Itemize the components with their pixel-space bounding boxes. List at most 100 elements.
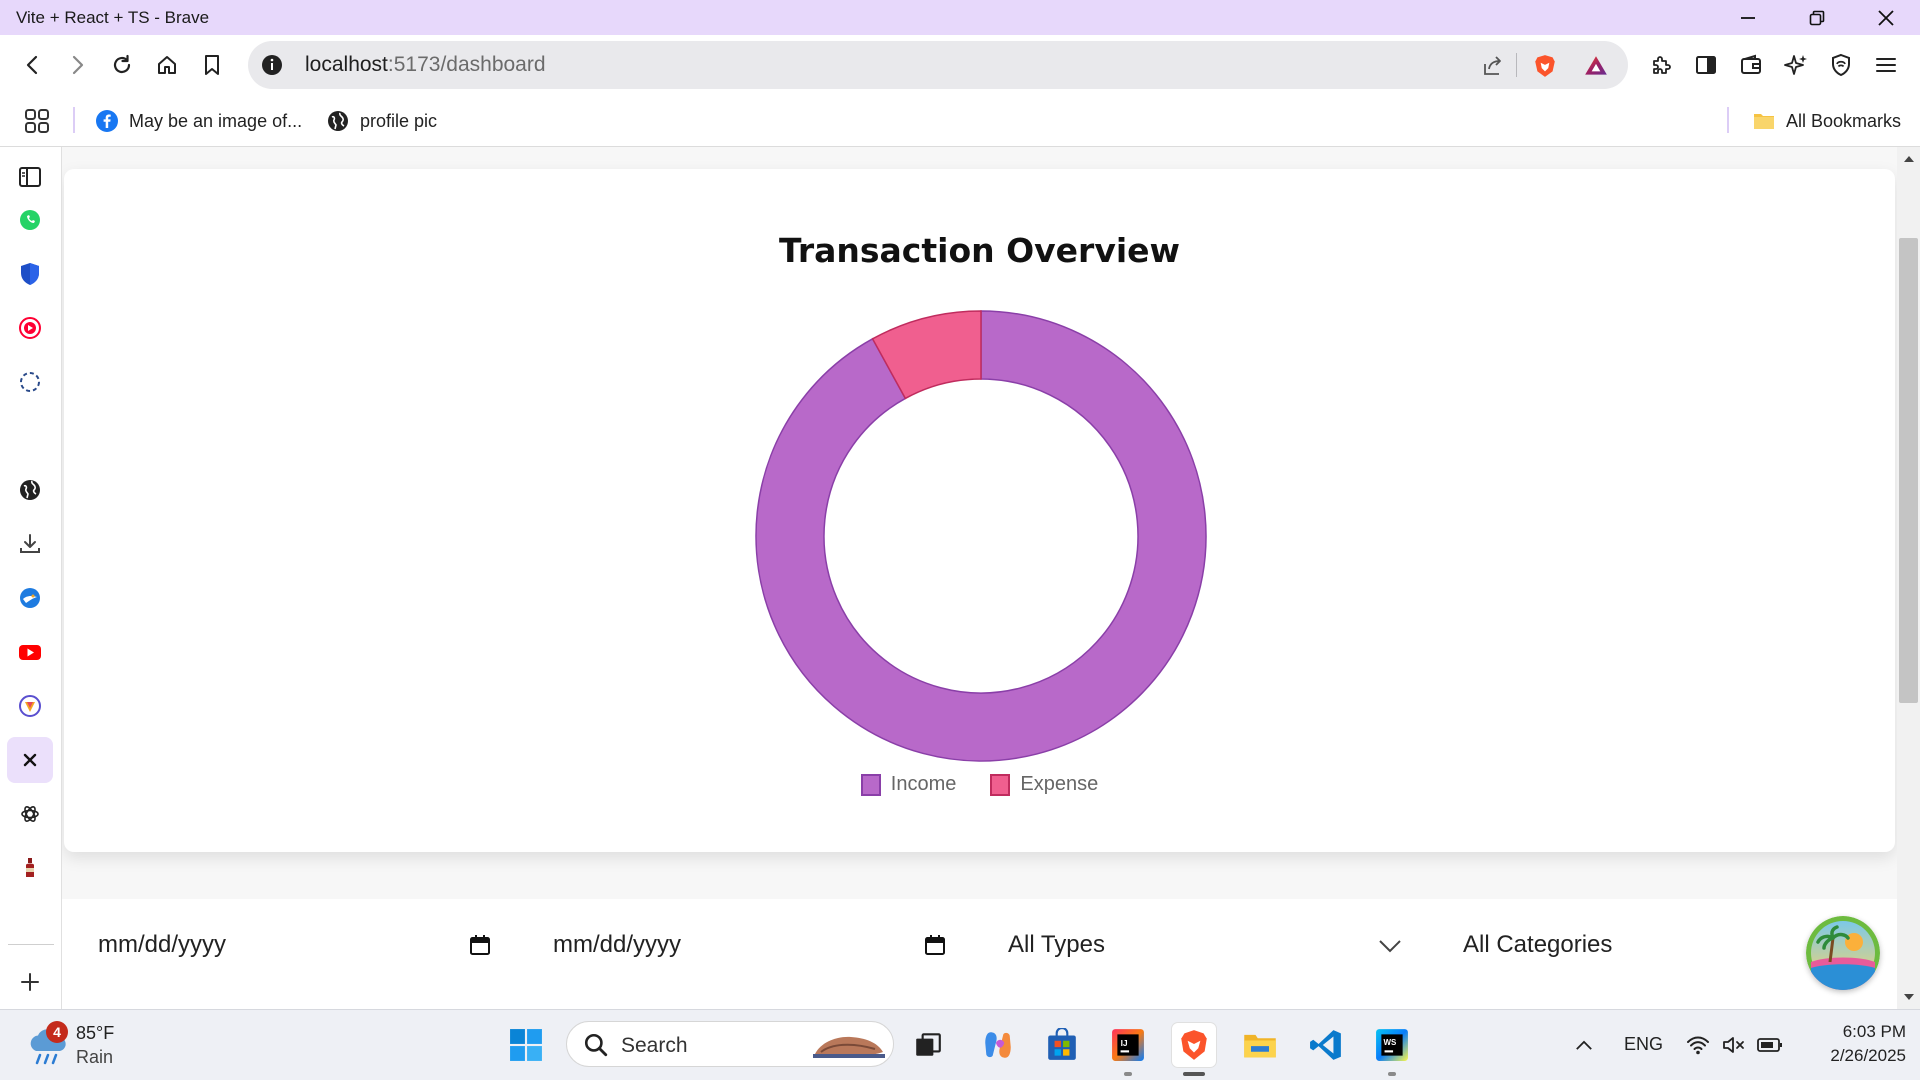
- active-indicator: [1183, 1072, 1205, 1076]
- search-label: Search: [621, 1034, 688, 1057]
- sidebar-item-whatsapp[interactable]: [10, 200, 50, 240]
- taskbar-microsoft-store[interactable]: [1040, 1023, 1084, 1067]
- bookmark-item-facebook[interactable]: May be an image of...: [95, 106, 302, 136]
- taskbar-task-view[interactable]: [906, 1023, 950, 1067]
- start-date-input[interactable]: mm/dd/yyyy: [98, 917, 490, 973]
- sidebar-add-button[interactable]: [10, 962, 50, 1002]
- sidebar-item-globe[interactable]: [10, 470, 50, 510]
- all-bookmarks-button[interactable]: All Bookmarks: [1752, 106, 1901, 136]
- sidebar-item-x[interactable]: [7, 737, 53, 783]
- bookmark-label: May be an image of...: [129, 110, 303, 131]
- share-icon: [1484, 56, 1501, 75]
- menu-button[interactable]: [1865, 44, 1907, 86]
- taskbar-webstorm[interactable]: WS: [1370, 1023, 1414, 1067]
- arrow-left-icon: [26, 55, 38, 75]
- legend-item-expense[interactable]: Expense: [990, 773, 1098, 796]
- close-window-button[interactable]: [1851, 0, 1920, 35]
- brave-rewards-button[interactable]: [1581, 51, 1611, 81]
- scrollbar-thumb[interactable]: [1899, 238, 1918, 703]
- donut-chart: [755, 310, 1207, 762]
- folder-icon: [1752, 109, 1776, 133]
- sidebar-item-bottle[interactable]: [10, 848, 50, 888]
- weather-widget[interactable]: 4 85°F Rain: [26, 1021, 146, 1071]
- x-icon: [23, 753, 37, 767]
- tray-overflow-button[interactable]: [1562, 1023, 1606, 1067]
- download-icon: [20, 534, 40, 553]
- url-text[interactable]: localhost:5173/dashboard: [305, 53, 546, 77]
- folder-icon: [1244, 1034, 1276, 1058]
- address-bar[interactable]: localhost:5173/dashboard: [248, 41, 1628, 89]
- sidebar-panel-button[interactable]: [10, 157, 50, 197]
- brave-shields-button[interactable]: [1530, 51, 1560, 81]
- forward-button[interactable]: [56, 44, 98, 86]
- sidebar-item-youtube[interactable]: [10, 632, 50, 672]
- taskbar-brave[interactable]: [1172, 1023, 1216, 1067]
- bookmarks-separator: [73, 107, 75, 133]
- facebook-icon: [95, 109, 119, 133]
- apps-grid-icon: [25, 109, 49, 133]
- weather-condition: Rain: [76, 1047, 114, 1067]
- system-clock[interactable]: 6:03 PM 2/26/2025: [1806, 1020, 1906, 1068]
- close-icon: [1878, 9, 1894, 26]
- language-indicator[interactable]: ENG: [1624, 1034, 1663, 1055]
- apps-button[interactable]: [24, 106, 50, 136]
- avatar[interactable]: [1806, 916, 1880, 990]
- restore-button[interactable]: [1782, 0, 1852, 35]
- chevron-down-icon: [1379, 940, 1401, 953]
- whatsapp-icon: [20, 210, 40, 230]
- navigation-bar: localhost:5173/dashboard: [0, 35, 1920, 95]
- taskbar-vscode[interactable]: [1304, 1023, 1348, 1067]
- end-date-input[interactable]: mm/dd/yyyy: [553, 917, 945, 973]
- scroll-up-arrow-icon[interactable]: [1902, 154, 1916, 164]
- sidebar-item-vpn[interactable]: [10, 254, 50, 294]
- taskbar-intellij[interactable]: IJ: [1106, 1023, 1150, 1067]
- taskbar-copilot[interactable]: [976, 1023, 1020, 1067]
- shield-icon: [1832, 53, 1850, 77]
- speaker-muted-icon: [1723, 1037, 1744, 1053]
- sidebar-toggle-button[interactable]: [1685, 44, 1727, 86]
- category-select[interactable]: All Categories: [1463, 917, 1763, 973]
- youtube-music-icon: [19, 317, 41, 339]
- filters-bar: mm/dd/yyyy mm/dd/yyyy All Types All Cate…: [62, 899, 1897, 1009]
- taskbar-file-explorer[interactable]: [1238, 1023, 1282, 1067]
- minimize-button[interactable]: [1713, 0, 1783, 35]
- category-select-value: All Categories: [1463, 931, 1613, 958]
- sidebar-item-chatgpt[interactable]: [10, 794, 50, 834]
- bookmark-button[interactable]: [191, 44, 233, 86]
- bookmark-icon: [205, 55, 219, 75]
- sidebar-item-bird[interactable]: [10, 578, 50, 618]
- running-indicator: [1124, 1072, 1132, 1076]
- sidebar-item-loading[interactable]: [10, 362, 50, 402]
- calendar-icon[interactable]: [468, 933, 492, 957]
- scroll-down-arrow-icon[interactable]: [1902, 992, 1916, 1002]
- back-button[interactable]: [12, 44, 54, 86]
- sidebar-item-youtube-circle[interactable]: [10, 308, 50, 348]
- tray-battery[interactable]: [1748, 1023, 1792, 1067]
- minimize-icon: [1741, 16, 1755, 19]
- extensions-button[interactable]: [1640, 44, 1682, 86]
- type-select[interactable]: All Types: [1008, 917, 1401, 973]
- restore-icon: [1809, 10, 1825, 25]
- bookmarks-separator: [1727, 107, 1729, 133]
- start-button[interactable]: [504, 1023, 548, 1067]
- calendar-icon[interactable]: [923, 933, 947, 957]
- leo-ai-button[interactable]: [1775, 44, 1817, 86]
- home-icon: [158, 56, 176, 74]
- share-button[interactable]: [1478, 51, 1508, 81]
- taskbar-search[interactable]: Search: [566, 1021, 894, 1067]
- vpn-button[interactable]: [1820, 44, 1862, 86]
- reload-button[interactable]: [101, 44, 143, 86]
- sidebar-item-downloads[interactable]: [10, 524, 50, 564]
- info-icon[interactable]: [260, 53, 284, 77]
- sidebar-item-rewards[interactable]: [10, 686, 50, 726]
- legend-item-income[interactable]: Income: [860, 773, 956, 796]
- reload-icon: [113, 54, 131, 74]
- brave-lion-icon: [1535, 55, 1555, 77]
- sidebar-divider: [8, 944, 54, 945]
- bookmark-item-profile-pic[interactable]: profile pic: [326, 106, 437, 136]
- wallet-button[interactable]: [1730, 44, 1772, 86]
- home-button[interactable]: [146, 44, 188, 86]
- battery-icon: [1757, 1038, 1782, 1052]
- sparkle-icon: [1784, 55, 1807, 75]
- plus-icon: [21, 973, 39, 991]
